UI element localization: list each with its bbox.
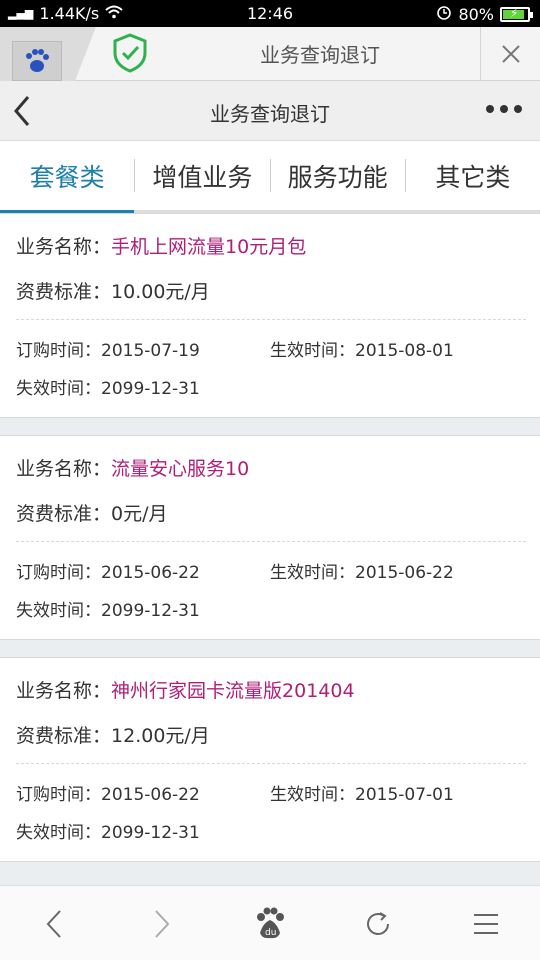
- service-card[interactable]: 业务名称：神州行家园卡流量版201404 资费标准：12.00元/月 订购时间：…: [0, 657, 540, 862]
- fee-label: 资费标准：: [16, 281, 112, 303]
- close-icon: [501, 45, 520, 63]
- card-divider: [16, 541, 526, 542]
- chevron-left-icon: [46, 910, 61, 938]
- refresh-icon: [367, 912, 389, 935]
- fee-value: 12.00元/月: [111, 725, 210, 747]
- svg-text:du: du: [265, 928, 276, 938]
- more-button[interactable]: [486, 105, 522, 113]
- order-date: 2015-06-22: [101, 785, 200, 805]
- menu-button[interactable]: [466, 904, 506, 944]
- page-header: 业务查询退订: [0, 81, 540, 141]
- expire-date: 2099-12-31: [101, 601, 200, 621]
- tab-other[interactable]: 其它类: [406, 141, 540, 210]
- service-name-label: 业务名称：: [16, 458, 112, 480]
- browser-bottom-nav: du: [0, 885, 540, 960]
- service-name: 手机上网流量10元月包: [111, 236, 307, 258]
- service-name-label: 业务名称：: [16, 236, 112, 258]
- browser-title: 业务查询退订: [260, 43, 380, 67]
- fee-label: 资费标准：: [16, 503, 112, 525]
- baidu-paw-icon: [12, 41, 62, 81]
- card-divider: [16, 319, 526, 320]
- service-name-label: 业务名称：: [16, 680, 112, 702]
- expire-label: 失效时间：: [16, 379, 101, 399]
- service-name: 神州行家园卡流量版201404: [111, 680, 355, 702]
- close-tab-button[interactable]: [480, 27, 540, 81]
- order-date: 2015-06-22: [101, 563, 200, 583]
- effect-label: 生效时间：: [270, 563, 355, 583]
- expire-date: 2099-12-31: [101, 823, 200, 843]
- browser-bar: 业务查询退订: [0, 27, 540, 81]
- effect-label: 生效时间：: [270, 785, 355, 805]
- service-name: 流量安心服务10: [111, 458, 250, 480]
- tab-service-functions[interactable]: 服务功能: [271, 141, 405, 210]
- refresh-button[interactable]: [358, 904, 398, 944]
- tab-value-added[interactable]: 增值业务: [135, 141, 269, 210]
- order-label: 订购时间：: [16, 563, 101, 583]
- fee-label: 资费标准：: [16, 725, 112, 747]
- effect-date: 2015-08-01: [355, 341, 454, 361]
- category-tabs: 套餐类 增值业务 服务功能 其它类: [0, 141, 540, 213]
- card-divider: [16, 763, 526, 764]
- expire-label: 失效时间：: [16, 601, 101, 621]
- effect-date: 2015-06-22: [355, 563, 454, 583]
- order-label: 订购时间：: [16, 341, 101, 361]
- more-dot-icon: [500, 105, 508, 113]
- effect-label: 生效时间：: [270, 341, 355, 361]
- menu-icon: [474, 914, 498, 934]
- battery-percent: 80%: [458, 4, 494, 24]
- battery-icon: ⚡: [500, 6, 533, 22]
- fee-value: 10.00元/月: [111, 281, 210, 303]
- effect-date: 2015-07-01: [355, 785, 454, 805]
- browser-forward-button[interactable]: [142, 904, 182, 944]
- alarm-icon: [436, 4, 452, 24]
- fee-value: 0元/月: [111, 503, 168, 525]
- service-card[interactable]: 业务名称：流量安心服务10 资费标准：0元/月 订购时间：2015-06-22 …: [0, 435, 540, 640]
- browser-tab[interactable]: [0, 27, 96, 81]
- browser-back-button[interactable]: [34, 904, 74, 944]
- order-label: 订购时间：: [16, 785, 101, 805]
- more-dot-icon: [486, 105, 494, 113]
- expire-date: 2099-12-31: [101, 379, 200, 399]
- tab-package[interactable]: 套餐类: [0, 141, 135, 213]
- order-date: 2015-07-19: [101, 341, 200, 361]
- baidu-home-button[interactable]: du: [250, 904, 290, 944]
- security-shield-icon: [112, 33, 148, 73]
- chevron-right-icon: [155, 910, 170, 938]
- status-bar: ▂▄▆ 1.44K/s 12:46 80% ⚡: [0, 0, 540, 27]
- service-card[interactable]: 业务名称：手机上网流量10元月包 资费标准：10.00元/月 订购时间：2015…: [0, 213, 540, 418]
- more-dot-icon: [514, 105, 522, 113]
- baidu-paw-icon: du: [257, 907, 284, 939]
- page-title: 业务查询退订: [210, 102, 330, 126]
- expire-label: 失效时间：: [16, 823, 101, 843]
